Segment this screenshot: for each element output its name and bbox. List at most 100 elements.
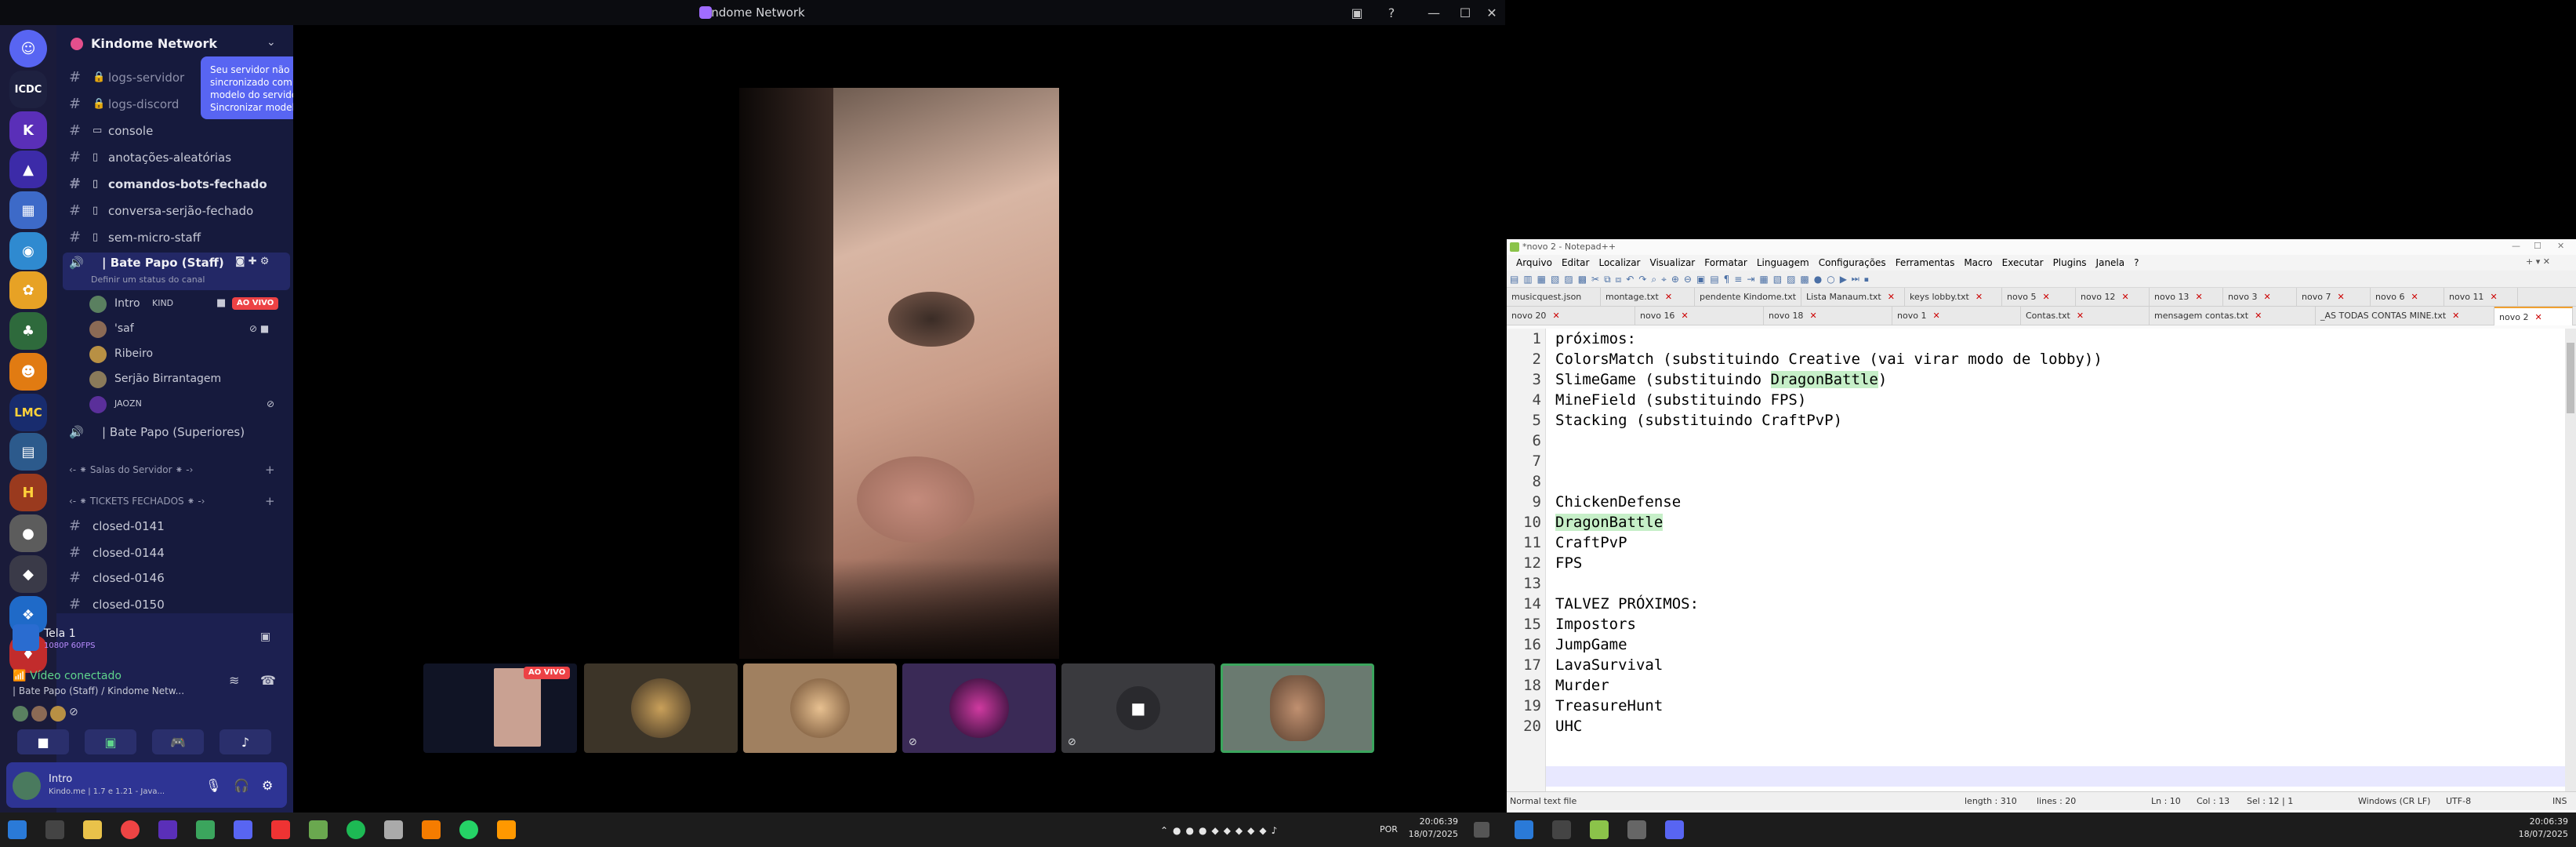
tab[interactable]: novo 3 ✕ [2223, 288, 2297, 307]
menu-ferramentas[interactable]: Ferramentas [1896, 257, 1955, 268]
menu-visualizar[interactable]: Visualizar [1650, 257, 1696, 268]
voice-user-saf[interactable]: 'saf ⊘ ■ [89, 317, 285, 340]
help-icon[interactable]: ? [1373, 0, 1410, 25]
close-icon[interactable]: ✕ [2452, 311, 2459, 321]
close-icon[interactable]: ✕ [2121, 292, 2128, 302]
tab[interactable]: novo 18 ✕ [1764, 307, 1892, 325]
close-icon[interactable]: ✕ [1552, 311, 1559, 321]
server-icon-lmc[interactable]: LMC [9, 394, 47, 431]
app-green-icon[interactable] [309, 820, 328, 839]
whatsapp-icon[interactable] [459, 820, 478, 839]
menu-configuracoes[interactable]: Configurações [1819, 257, 1886, 268]
menu-arquivo[interactable]: Arquivo [1516, 257, 1552, 268]
user-avatar[interactable] [13, 772, 41, 800]
server-icon-kindome[interactable]: K [9, 111, 47, 149]
server-icon-blue[interactable]: ◉ [9, 232, 47, 270]
menu-macro[interactable]: Macro [1964, 257, 1992, 268]
clock-right[interactable]: 20:06:39 18/07/2025 [2509, 816, 2568, 841]
disconnect-icon[interactable]: ☎ [260, 673, 276, 688]
tab[interactable]: Contas.txt ✕ [2021, 307, 2150, 325]
channel-closed-0141[interactable]: # closed-0141 [66, 514, 287, 538]
voice-channel-superiores[interactable]: | Bate Papo (Superiores) [102, 425, 245, 439]
voice-user-serjao[interactable]: Serjão Birrantagem [89, 367, 285, 391]
server-name[interactable]: Kindome Network [67, 30, 287, 58]
task-view-icon[interactable] [45, 820, 64, 839]
menu-formatar[interactable]: Formatar [1704, 257, 1747, 268]
server-icon-yellow[interactable]: ✿ [9, 271, 47, 309]
app-gray-icon-2[interactable] [1627, 820, 1646, 839]
tile-screen-share[interactable]: AO VIVO [423, 663, 577, 753]
tab[interactable]: Lista Manaum.txt ✕ [1801, 288, 1905, 307]
tile-user-1[interactable] [584, 663, 738, 753]
close-icon[interactable]: ✕ [2337, 292, 2344, 302]
headphones-icon[interactable]: 🎧 [234, 778, 249, 793]
close-icon[interactable]: ✕ [1976, 292, 1983, 302]
channel-closed-0146[interactable]: # closed-0146 [66, 566, 287, 590]
channel-sem-micro-staff[interactable]: # ▯ sem-micro-staff [66, 226, 287, 249]
tab[interactable]: novo 13 ✕ [2150, 288, 2223, 307]
server-icon-pumpkin[interactable]: ☻ [9, 353, 47, 391]
tab[interactable]: mensagem contas.txt ✕ [2150, 307, 2316, 325]
discord-taskbar-icon[interactable] [234, 820, 252, 839]
minecraft-icon[interactable] [196, 820, 215, 839]
close-icon[interactable]: ✕ [1932, 311, 1939, 321]
tray-icons[interactable]: ⌃●●●◆◆◆◆◆♪ [1160, 825, 1364, 836]
channel-anotacoes[interactable]: # ▯ anotações-aleatórias [66, 146, 287, 169]
focused-video-stream[interactable] [739, 88, 1059, 659]
tab[interactable]: novo 11 ✕ [2444, 288, 2518, 307]
close-icon[interactable]: ✕ [1809, 311, 1816, 321]
toolbar-icons[interactable]: ▤▥▦▧▨▩✂⧉⧈↶↷⌕⌖⊕⊖▣▤¶≡⇥▦▧▨▩●○▶⏭⏹ [1510, 273, 2121, 285]
tab[interactable]: novo 20 ✕ [1507, 307, 1635, 325]
mic-icon[interactable]: 🎙 [205, 778, 221, 793]
voice-user-jaozn[interactable]: JAOZN ⊘ [89, 392, 285, 416]
tab[interactable]: montage.txt ✕ [1601, 288, 1695, 307]
notepadpp-taskbar-icon[interactable] [1590, 820, 1609, 839]
server-icon-dark[interactable]: ◆ [9, 555, 47, 593]
channel-conversa-serjao[interactable]: # ▯ conversa-serjão-fechado [66, 199, 287, 223]
server-icon-icdc[interactable]: ICDC [9, 71, 47, 108]
tab[interactable]: musicquest.json [1507, 288, 1601, 307]
npp-close-button[interactable]: ✕ [2557, 241, 2564, 251]
server-icon-castle[interactable]: ▦ [9, 191, 47, 229]
camera-button[interactable]: ■ [17, 729, 69, 754]
tab[interactable]: pendente Kindome.txt✕ [1695, 288, 1801, 307]
status-eol[interactable]: Windows (CR LF) [2358, 792, 2430, 811]
app-red-icon[interactable] [271, 820, 290, 839]
menu-localizar[interactable]: Localizar [1598, 257, 1640, 268]
soundboard-button[interactable]: ♪ [220, 729, 271, 754]
close-icon[interactable]: ✕ [2534, 312, 2542, 322]
start-windows-icon[interactable] [8, 820, 27, 839]
voice-channel-actions[interactable]: ◙ ✚ ⚙ [235, 256, 269, 267]
tab[interactable]: novo 6 ✕ [2371, 288, 2444, 307]
channel-console[interactable]: # ▭ console [66, 119, 287, 143]
app-gray-icon[interactable] [384, 820, 403, 839]
clock-left[interactable]: 20:06:39 18/07/2025 [1403, 816, 1458, 841]
screen-share-button[interactable]: ▣ [85, 729, 136, 754]
server-icon-green[interactable]: ♣ [9, 312, 47, 350]
tab-active[interactable]: novo 2 ✕ [2494, 307, 2573, 325]
status-encoding[interactable]: UTF-8 [2446, 792, 2471, 811]
close-icon[interactable]: ✕ [2490, 292, 2497, 302]
tab[interactable]: novo 1 ✕ [1892, 307, 2021, 325]
tile-user-2[interactable] [743, 663, 897, 753]
tile-user-4[interactable]: ■ ⊘ [1061, 663, 1215, 753]
keyboard-language[interactable]: POR [1380, 823, 1398, 836]
close-icon[interactable]: ✕ [2042, 292, 2049, 302]
activities-button[interactable]: 🎮 [152, 729, 204, 754]
spotify-icon[interactable] [346, 820, 365, 839]
vertical-scrollbar[interactable] [2565, 329, 2576, 791]
tab[interactable]: novo 5 ✕ [2002, 288, 2076, 307]
search-app-icon[interactable] [422, 820, 441, 839]
noise-suppress-icon[interactable]: ≋ [229, 673, 239, 688]
chrome-icon[interactable] [121, 820, 140, 839]
file-explorer-icon[interactable] [83, 820, 102, 839]
add-channel-icon[interactable]: + [265, 494, 275, 508]
notifications-icon[interactable] [1474, 822, 1489, 838]
close-button[interactable]: ✕ [1474, 0, 1510, 25]
channel-status-hint[interactable]: Definir um status do canal [91, 274, 205, 285]
menu-editar[interactable]: Editar [1562, 257, 1590, 268]
menu-janela[interactable]: Janela [2096, 257, 2125, 268]
server-icon-wizard[interactable]: ▲ [9, 151, 47, 188]
server-icon-avatar[interactable]: ● [9, 514, 47, 552]
category-tickets[interactable]: ‹- ⁕ TICKETS FECHADOS ⁕ -› [69, 496, 205, 507]
